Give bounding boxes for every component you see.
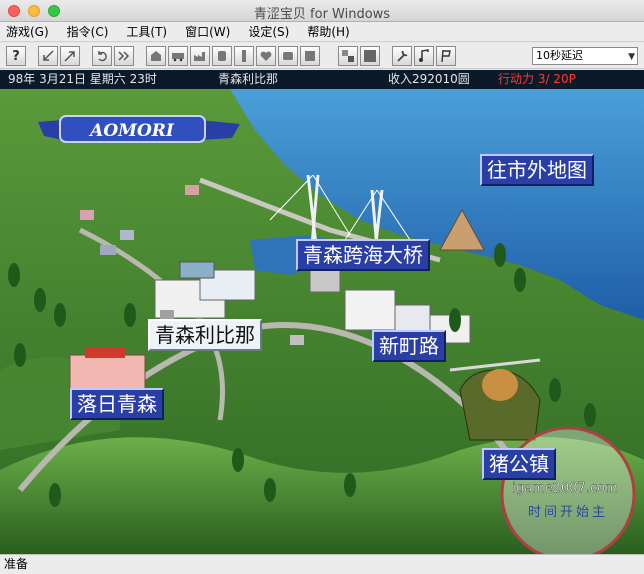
- flag-button[interactable]: [436, 46, 456, 66]
- location-boar-town[interactable]: 猪公镇: [482, 448, 556, 480]
- date-time: 98年 3月21日 星期六 23时: [8, 72, 157, 86]
- wrench-icon: [397, 50, 408, 62]
- game-map[interactable]: AOMORI igame2007.com 时间开始主 98年 3月21日 星期六…: [0, 70, 644, 554]
- fast-forward-button[interactable]: [114, 46, 134, 66]
- square-icon: [283, 52, 293, 60]
- tool-button-3[interactable]: [190, 46, 210, 66]
- action-points: 行动力 3/ 20P: [498, 72, 576, 86]
- menu-game[interactable]: 游戏(G): [4, 22, 51, 41]
- map-illustration: AOMORI igame2007.com 时间开始主: [0, 89, 644, 554]
- fast-forward-icon: [118, 51, 130, 61]
- shrink-button[interactable]: [38, 46, 58, 66]
- location-aomori-bridge[interactable]: 青森跨海大桥: [296, 239, 430, 271]
- flag-icon: [441, 49, 451, 63]
- expand-button[interactable]: [60, 46, 80, 66]
- undo-button[interactable]: [92, 46, 112, 66]
- tile-icon: [342, 50, 354, 62]
- help-icon: ?: [12, 48, 20, 64]
- house-icon: [151, 51, 161, 61]
- menu-bar: 游戏(G) 指令(C) 工具(T) 窗口(W) 设定(S) 帮助(H): [0, 22, 644, 42]
- tower-icon: [242, 50, 246, 62]
- menu-command[interactable]: 指令(C): [65, 22, 111, 41]
- factory-icon: [194, 52, 205, 61]
- location-aomori-libina[interactable]: 青森利比那: [148, 319, 262, 351]
- aomori-banner: AOMORI: [88, 121, 175, 141]
- tool-button-1[interactable]: [146, 46, 166, 66]
- music-note-icon: [419, 49, 429, 62]
- train-icon: [172, 53, 184, 62]
- tile-windows-button[interactable]: [338, 46, 358, 66]
- toolbar: ? 10秒延迟 ▼: [0, 43, 644, 69]
- fill-square-icon: [364, 50, 376, 62]
- menu-tools[interactable]: 工具(T): [124, 22, 169, 41]
- status-bar: 准备: [0, 554, 644, 574]
- to-outer-map-button[interactable]: 往市外地图: [480, 154, 594, 186]
- cylinder-icon: [218, 51, 226, 61]
- status-info-bar: 98年 3月21日 星期六 23时 青森利比那 收入292010圆 行动力 3/…: [0, 70, 644, 89]
- tool-button-7[interactable]: [278, 46, 298, 66]
- window-title: 青涩宝贝 for Windows: [253, 7, 391, 22]
- expand-arrow-icon: [64, 51, 75, 62]
- location-shinmachi[interactable]: 新町路: [372, 330, 446, 362]
- help-button[interactable]: ?: [6, 46, 26, 66]
- maximize-map-button[interactable]: [360, 46, 380, 66]
- delay-select[interactable]: 10秒延迟 ▼: [532, 47, 638, 65]
- tool-button-4[interactable]: [212, 46, 232, 66]
- income: 收入292010圆: [388, 72, 470, 86]
- location-sunset-aomori[interactable]: 落日青森: [70, 388, 164, 420]
- tool-button-6[interactable]: [256, 46, 276, 66]
- watermark-text: 时间开始主: [528, 505, 608, 520]
- undo-icon: [98, 51, 107, 62]
- current-location: 青森利比那: [218, 72, 279, 86]
- watermark-site: igame2007.com: [512, 481, 617, 496]
- title-bar: 青涩宝贝 for Windows: [0, 0, 644, 22]
- delay-value: 10秒延迟: [536, 49, 583, 62]
- tool-button-5[interactable]: [234, 46, 254, 66]
- settings-tool-button[interactable]: [392, 46, 412, 66]
- tool-button-8[interactable]: [300, 46, 320, 66]
- tool-button-2[interactable]: [168, 46, 188, 66]
- menu-help[interactable]: 帮助(H): [305, 22, 351, 41]
- menu-settings[interactable]: 设定(S): [246, 22, 291, 41]
- box-icon: [305, 51, 315, 61]
- menu-window[interactable]: 窗口(W): [183, 22, 232, 41]
- chevron-down-icon: ▼: [628, 52, 635, 62]
- watermark: igame2007.com 时间开始主: [500, 426, 636, 554]
- shrink-arrow-icon: [43, 50, 54, 61]
- heart-icon: [260, 51, 272, 61]
- music-button[interactable]: [414, 46, 434, 66]
